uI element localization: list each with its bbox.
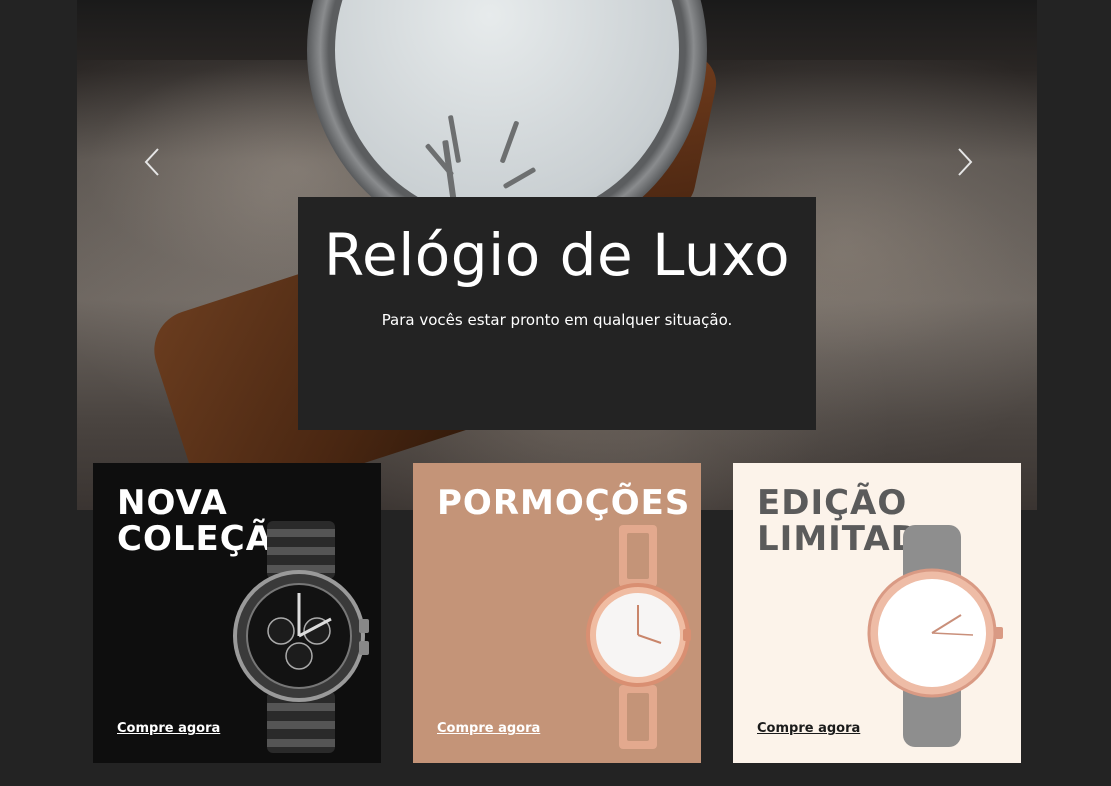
chevron-right-icon	[958, 148, 973, 176]
card-nova-colecao[interactable]: NOVA COLEÇÃO Compre agora	[93, 463, 381, 763]
hero-title: Relógio de Luxo	[323, 221, 791, 289]
gray-strap-watch-image	[867, 525, 1003, 747]
slider-next-button[interactable]	[953, 146, 977, 178]
hero-subtitle: Para vocês estar pronto em qualquer situ…	[381, 311, 733, 329]
card-edicao-limitada[interactable]: EDIÇÃO LIMITADA Compre agora	[733, 463, 1021, 763]
rose-gold-watch-image	[586, 525, 691, 749]
chevron-left-icon	[144, 148, 159, 176]
card-title: PORMOÇÕES	[437, 483, 691, 523]
shop-now-link[interactable]: Compre agora	[117, 721, 220, 736]
shop-now-link[interactable]: Compre agora	[757, 721, 860, 736]
card-promocoes[interactable]: PORMOÇÕES Compre agora	[413, 463, 701, 763]
hero-caption: Relógio de Luxo Para vocês estar pronto …	[298, 197, 816, 430]
shop-now-link[interactable]: Compre agora	[437, 721, 540, 736]
black-chronograph-watch-image	[233, 521, 369, 753]
slider-prev-button[interactable]	[140, 146, 164, 178]
